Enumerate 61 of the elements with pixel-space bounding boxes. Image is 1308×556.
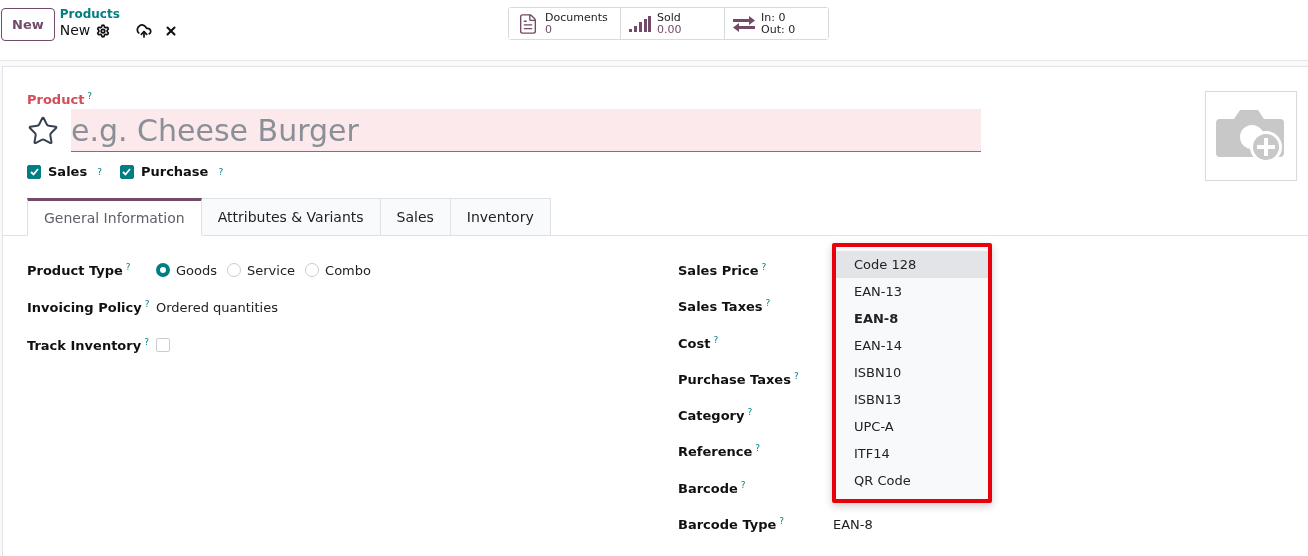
help-mark[interactable]: ? (97, 166, 102, 177)
help-mark[interactable]: ? (765, 298, 771, 309)
record-name: New (59, 22, 91, 39)
tab[interactable]: Attributes & Variants (201, 198, 381, 236)
field-label: Barcode Type (678, 517, 777, 533)
dropdown-option[interactable]: EAN-8 (836, 305, 988, 332)
field-label: Product Type (27, 263, 123, 279)
radio-button[interactable] (156, 263, 170, 277)
dropdown-option[interactable]: ISBN10 (836, 359, 988, 386)
field-label: Reference (678, 444, 753, 460)
radio-label: Combo (325, 262, 371, 278)
field-label: Barcode (678, 481, 738, 497)
document-icon (517, 12, 539, 35)
field-label: Invoicing Policy (27, 300, 142, 316)
field-label: Cost (678, 335, 711, 351)
cloud-upload-icon[interactable] (136, 22, 153, 39)
field-label: Sales Taxes (678, 299, 763, 315)
help-mark[interactable]: ? (779, 516, 785, 527)
close-icon[interactable] (164, 23, 179, 38)
field-value: EAN-8 (833, 516, 873, 532)
help-mark[interactable]: ? (747, 407, 753, 418)
breadcrumb-link[interactable]: Products (59, 7, 179, 22)
help-mark[interactable]: ? (87, 91, 93, 101)
field-label: Track Inventory (27, 338, 142, 354)
help-mark[interactable]: ? (755, 443, 761, 454)
checkbox-label: Sales (48, 164, 88, 180)
dropdown-option[interactable]: ISBN13 (836, 386, 988, 413)
tab[interactable]: Sales (380, 198, 451, 236)
radio-label: Service (247, 262, 296, 278)
dropdown-option[interactable]: ITF14 (836, 440, 988, 467)
exchange-arrows-icon (733, 15, 755, 32)
dropdown-option[interactable]: EAN-13 (836, 278, 988, 305)
dropdown-option[interactable]: QR Code (836, 467, 988, 494)
help-mark[interactable]: ? (740, 479, 746, 490)
checkbox-label: Purchase (140, 164, 209, 180)
field-label: Sales Price (678, 263, 759, 279)
help-mark[interactable]: ? (144, 298, 150, 309)
field-value: Ordered quantities (156, 299, 278, 315)
tab[interactable]: Inventory (450, 198, 551, 236)
help-mark[interactable]: ? (761, 262, 767, 272)
checkbox[interactable] (27, 164, 41, 179)
new-button[interactable]: New (1, 8, 55, 41)
help-mark[interactable]: ? (713, 334, 719, 345)
star-icon[interactable] (27, 114, 59, 147)
help-mark[interactable]: ? (144, 336, 149, 347)
field-label: Product (27, 92, 85, 108)
smart-button[interactable]: In: 0 Out: 0 (724, 8, 828, 39)
signal-bars-icon (629, 15, 651, 32)
dropdown-option[interactable]: Code 128 (836, 251, 988, 278)
settings-icon[interactable] (96, 23, 111, 38)
tab[interactable]: General Information (27, 198, 202, 236)
help-mark[interactable]: ? (218, 166, 224, 177)
field-label: Category (678, 408, 745, 424)
field-label: Purchase Taxes (678, 372, 791, 388)
dropdown-option[interactable]: UPC-A (836, 413, 988, 440)
product-name-field[interactable]: e.g. Cheese Burger (71, 109, 981, 153)
radio-label: Goods (176, 262, 217, 278)
help-mark[interactable]: ? (125, 261, 131, 272)
dropdown-option[interactable]: EAN-14 (836, 332, 988, 359)
checkbox[interactable] (119, 164, 134, 179)
help-mark[interactable]: ? (793, 370, 799, 381)
